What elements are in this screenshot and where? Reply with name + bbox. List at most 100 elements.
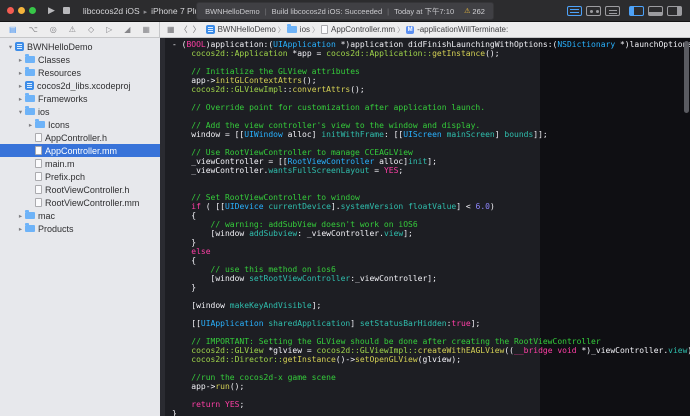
code-line: cocos2d::Director::getInstance()->setOpe… (191, 355, 462, 364)
sidebar-item-prefix-pch[interactable]: Prefix.pch (0, 170, 160, 183)
sidebar-item-bwnhellodemo[interactable]: ▾ BWNHelloDemo (0, 40, 160, 53)
minimize-button[interactable] (18, 7, 25, 14)
activity-project: BWNHelloDemo (205, 6, 260, 16)
code-line: } (172, 409, 177, 416)
disclosure-triangle-icon (26, 173, 35, 180)
project-icon (15, 42, 24, 51)
disclosure-triangle-icon[interactable]: ▸ (16, 82, 25, 90)
sidebar-item-label: AppController.h (45, 132, 108, 143)
sidebar-item-label: Prefix.pch (45, 171, 86, 182)
disclosure-triangle-icon[interactable]: ▸ (16, 212, 25, 220)
build-time: Today at 下午7:10 (394, 6, 455, 16)
sidebar-item-resources[interactable]: ▸ Resources (0, 66, 160, 79)
sidebar-item-label: ios (38, 106, 50, 117)
version-editor-button[interactable] (605, 5, 620, 16)
sidebar-item-classes[interactable]: ▸ Classes (0, 53, 160, 66)
navigator-tab-debug-icon[interactable]: ▷ (106, 25, 112, 34)
toggle-debug-area-button[interactable] (648, 5, 663, 16)
sidebar-item-label: Classes (38, 54, 71, 65)
disclosure-triangle-icon (26, 147, 35, 154)
code-line: // Use RootViewController to manage CCEA… (172, 148, 413, 157)
disclosure-triangle-icon[interactable]: ▸ (16, 225, 25, 233)
forward-button[interactable]: 〉 (193, 24, 201, 35)
sidebar-item-label: Icons (48, 119, 70, 130)
disclosure-triangle-icon (26, 160, 35, 167)
project-navigator: ▾ BWNHelloDemo ▸ Classes ▸ Resources ▸ cocos2d_… (0, 38, 160, 416)
toggle-navigator-button[interactable] (629, 5, 644, 16)
disclosure-triangle-icon[interactable]: ▸ (16, 69, 25, 77)
code-line: // Add the view controller's view to the… (172, 121, 481, 130)
navigator-tab-project-icon[interactable]: ▤ (9, 25, 17, 34)
navigator-tab-breakpoints-icon[interactable]: ◢ (124, 25, 130, 34)
breadcrumb-label: BWNHelloDemo (217, 25, 276, 34)
disclosure-triangle-icon[interactable]: ▸ (16, 95, 25, 103)
code-editor[interactable]: - (BOOL)application:(UIApplication *)app… (160, 38, 690, 416)
file-icon (35, 198, 42, 207)
sidebar-item-label: BWNHelloDemo (27, 41, 93, 52)
back-button[interactable]: 〈 (180, 24, 188, 35)
sidebar-item-appcontroller-mm[interactable]: AppController.mm (0, 144, 160, 157)
sidebar-item-rootviewcontroller-mm[interactable]: RootViewController.mm (0, 196, 160, 209)
code-line: //run the cocos2d-x game scene (172, 373, 336, 382)
sidebar-item-mac[interactable]: ▸ mac (0, 209, 160, 222)
build-status: Build libcocos2d iOS: Succeeded (271, 6, 383, 16)
disclosure-triangle-icon[interactable]: ▾ (16, 108, 25, 116)
assistant-editor-button[interactable] (586, 5, 601, 16)
disclosure-triangle-icon[interactable]: ▸ (26, 121, 35, 129)
sidebar-item-appcontroller-h[interactable]: AppController.h (0, 131, 160, 144)
code-line: // Initialize the GLView attributes (172, 67, 360, 76)
file-icon (35, 172, 42, 181)
sidebar-item-label: main.m (45, 158, 75, 169)
breadcrumb-separator-icon: 〉 (312, 26, 320, 34)
sidebar-item-ios[interactable]: ▾ ios (0, 105, 160, 118)
disclosure-triangle-icon[interactable]: ▾ (6, 43, 15, 51)
toggle-inspectors-button[interactable] (667, 5, 682, 16)
method-icon: M (406, 25, 415, 34)
breadcrumb-segment[interactable]: BWNHelloDemo (205, 25, 276, 34)
activity-viewer: BWNHelloDemo | Build libcocos2d iOS: Suc… (196, 2, 494, 20)
disclosure-triangle-icon (26, 186, 35, 193)
sidebar-item-products[interactable]: ▸ Products (0, 222, 160, 235)
warning-count-badge[interactable]: ⚠ 262 (464, 7, 485, 16)
sidebar-item-rootviewcontroller-h[interactable]: RootViewController.h (0, 183, 160, 196)
navigator-tab-search-icon[interactable]: ◎ (50, 25, 57, 34)
sidebar-item-label: RootViewController.mm (45, 197, 140, 208)
run-button[interactable]: ▶ (48, 6, 55, 15)
related-items-icon[interactable]: ▦ (167, 25, 175, 34)
sidebar-item-icons[interactable]: ▸ Icons (0, 118, 160, 131)
close-button[interactable] (7, 7, 14, 14)
view-toggle-buttons (629, 5, 682, 16)
sidebar-item-label: Products (38, 223, 74, 234)
breadcrumb-separator-icon: 〉 (277, 26, 285, 34)
sidebar-item-cocos2d-libs-xcodeproj[interactable]: ▸ cocos2d_libs.xcodeproj (0, 79, 160, 92)
navigator-tab-issues-icon[interactable]: ⚠ (69, 25, 76, 34)
code-line: [window makeKeyAndVisible]; (172, 301, 322, 310)
breadcrumb-segment[interactable]: AppController.mm (321, 25, 395, 34)
folder-icon (25, 223, 35, 232)
scheme-name: libcocos2d iOS (82, 5, 140, 16)
code-line: [[UIApplication sharedApplication] setSt… (172, 319, 481, 328)
breadcrumb-segment[interactable]: M -applicationWillTerminate: (406, 25, 508, 34)
zoom-button[interactable] (29, 7, 36, 14)
disclosure-triangle-icon[interactable]: ▸ (16, 56, 25, 64)
code-line: app->initGLContextAttrs(); (172, 76, 317, 85)
standard-editor-button[interactable] (567, 5, 582, 16)
sidebar-item-frameworks[interactable]: ▸ Frameworks (0, 92, 160, 105)
breadcrumb-segment[interactable]: ios (286, 24, 310, 34)
jump-bar: ▦ 〈 〉 BWNHelloDemo 〉 ios 〉 AppController.mm 〉… (160, 22, 690, 37)
file-icon (35, 185, 42, 194)
code-line: [window addSubview: _viewController.view… (172, 229, 413, 238)
xcode-window: ▶ libcocos2d iOS iPhone 7 Plus BWNHelloD… (0, 0, 690, 416)
navigator-tab-source-control-icon[interactable]: ⌥ (29, 25, 38, 34)
scheme-selector[interactable]: libcocos2d iOS iPhone 7 Plus (83, 6, 204, 16)
disclosure-triangle-icon (26, 134, 35, 141)
navigator-tab-reports-icon[interactable]: ▦ (142, 25, 150, 34)
stop-button[interactable] (62, 7, 70, 14)
editor-scrollbar[interactable] (684, 41, 689, 113)
sidebar-item-main-m[interactable]: main.m (0, 157, 160, 170)
navigator-tab-tests-icon[interactable]: ◇ (88, 25, 94, 34)
